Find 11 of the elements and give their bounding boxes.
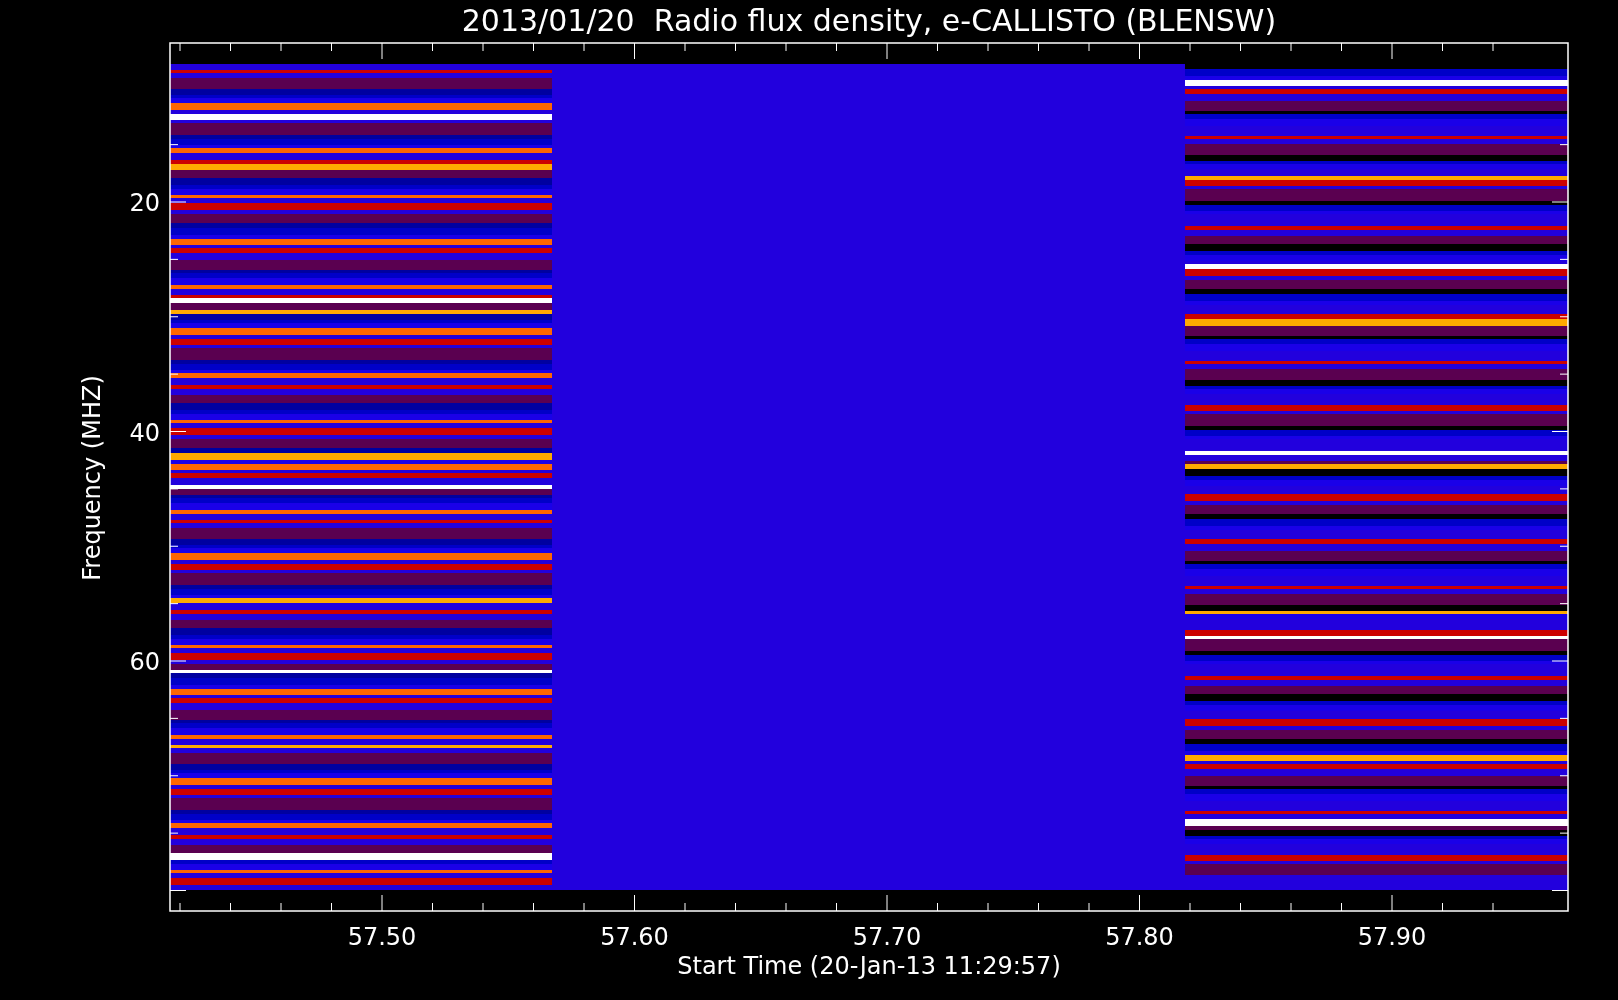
y-axis-label: Frequency (MHZ) xyxy=(78,375,106,581)
x-axis-label: Start Time (20-Jan-13 11:29:57) xyxy=(677,952,1061,980)
x-tick-label: 57.70 xyxy=(852,923,922,951)
y-tick-label: 60 xyxy=(129,648,160,676)
y-tick-label: 20 xyxy=(129,189,160,217)
x-tick-label: 57.90 xyxy=(1357,923,1427,951)
x-tick-label: 57.60 xyxy=(600,923,669,951)
y-tick-label: 40 xyxy=(129,418,160,447)
x-tick-label: 57.50 xyxy=(347,923,417,951)
chart-title: 2013/01/20 Radio flux density, e-CALLISTO (BLENSW) xyxy=(461,3,1277,38)
x-tick-label: 57.80 xyxy=(1105,923,1174,951)
